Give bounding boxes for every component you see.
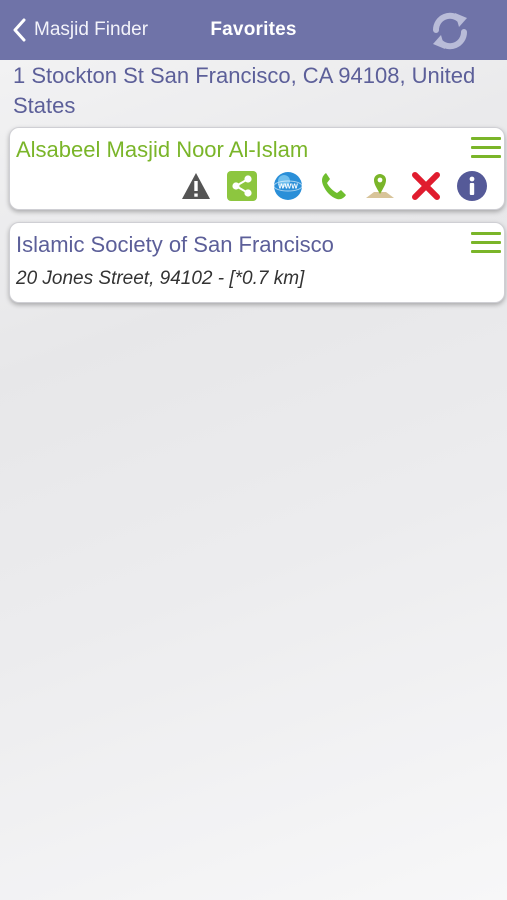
favorite-card[interactable]: Alsabeel Masjid Noor Al-Islam WWW [9,127,505,210]
current-address: 1 Stockton St San Francisco, CA 94108, U… [13,63,476,118]
refresh-icon [432,12,468,50]
svg-text:WWW: WWW [278,184,298,191]
masjid-address: 20 Jones Street, 94102 - [*0.7 km] [16,268,305,289]
masjid-name[interactable]: Islamic Society of San Francisco [16,232,334,258]
favorite-card[interactable]: Islamic Society of San Francisco 20 Jone… [9,222,505,303]
refresh-button[interactable] [429,10,471,52]
share-icon[interactable] [226,170,258,202]
menu-icon[interactable] [471,137,501,161]
navigation-bar: Masjid Finder Favorites [0,0,507,60]
website-icon[interactable]: WWW [272,170,304,202]
info-icon[interactable] [456,170,488,202]
menu-icon[interactable] [471,232,501,256]
masjid-name[interactable]: Alsabeel Masjid Noor Al-Islam [16,137,308,163]
map-pin-icon[interactable] [364,170,396,202]
phone-icon[interactable] [318,170,350,202]
delete-icon[interactable] [410,170,442,202]
warning-icon[interactable] [180,170,212,202]
